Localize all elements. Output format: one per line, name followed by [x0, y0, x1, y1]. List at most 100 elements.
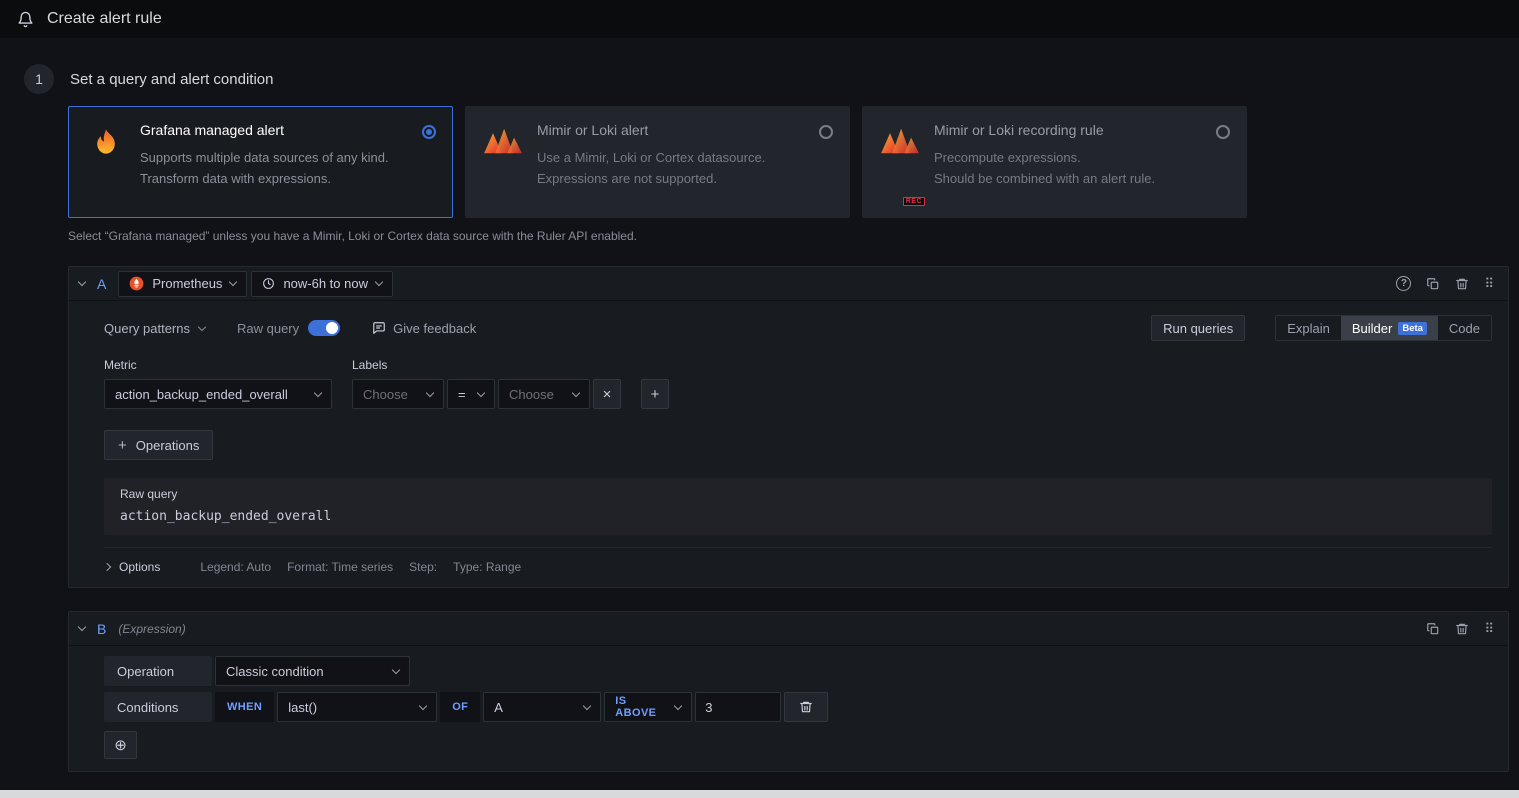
- raw-query-toggle-group: Raw query: [237, 320, 340, 336]
- chevron-down-icon: [198, 322, 206, 330]
- chevron-down-icon: [583, 701, 591, 709]
- label-key-placeholder: Choose: [363, 387, 408, 402]
- alert-type-helper-text: Select “Grafana managed” unless you have…: [68, 229, 1509, 243]
- card-mimir-loki-alert[interactable]: Mimir or Loki alert Use a Mimir, Loki or…: [465, 106, 850, 218]
- main-content: 1 Set a query and alert condition Grafan…: [0, 38, 1519, 798]
- time-range-value: now-6h to now: [283, 276, 368, 291]
- alert-bell-icon: [17, 11, 34, 28]
- duplicate-query-icon[interactable]: [1426, 277, 1440, 291]
- options-type: Type: Range: [453, 560, 521, 574]
- options-step: Step:: [409, 560, 437, 574]
- give-feedback-label: Give feedback: [393, 321, 476, 336]
- give-feedback-link[interactable]: Give feedback: [372, 321, 476, 336]
- tab-code[interactable]: Code: [1438, 316, 1491, 340]
- card-description-line: Use a Mimir, Loki or Cortex datasource.: [537, 147, 806, 168]
- label-operator-select[interactable]: =: [447, 379, 495, 409]
- remove-label-button[interactable]: ×: [593, 379, 621, 409]
- when-label: WHEN: [215, 692, 274, 722]
- plus-icon: +: [118, 438, 127, 453]
- duplicate-expression-icon[interactable]: [1426, 622, 1440, 636]
- tab-builder-label: Builder: [1352, 321, 1392, 336]
- radio-mimir-loki-recording[interactable]: [1216, 125, 1230, 139]
- delete-expression-icon[interactable]: [1455, 622, 1469, 636]
- tab-explain[interactable]: Explain: [1276, 316, 1341, 340]
- raw-query-toggle[interactable]: [308, 320, 340, 336]
- raw-query-preview: Raw query action_backup_ended_overall: [104, 478, 1492, 535]
- card-description-line: Should be combined with an alert rule.: [934, 168, 1203, 189]
- card-title: Mimir or Loki alert: [537, 122, 806, 138]
- card-description-line: Precompute expressions.: [934, 147, 1203, 168]
- mimir-recording-logo-icon: REC: [879, 126, 921, 202]
- labels-field: Labels Choose = Choose: [352, 358, 669, 409]
- raw-query-toggle-label: Raw query: [237, 321, 299, 336]
- step-title: Set a query and alert condition: [70, 71, 273, 88]
- rec-badge: REC: [903, 197, 925, 206]
- card-mimir-loki-recording-rule[interactable]: REC Mimir or Loki recording rule Precomp…: [862, 106, 1247, 218]
- alert-type-cards: Grafana managed alert Supports multiple …: [68, 106, 1509, 218]
- add-operations-button[interactable]: + Operations: [104, 430, 213, 460]
- query-ref-label: A: [97, 276, 106, 292]
- operation-label: Operation: [104, 656, 212, 686]
- query-patterns-dropdown[interactable]: Query patterns: [104, 321, 205, 336]
- chevron-down-icon: [419, 701, 427, 709]
- threshold-input[interactable]: [695, 692, 781, 722]
- condition-query-value: A: [494, 700, 503, 715]
- query-panel-a: A Prometheus now-6h to now: [68, 266, 1509, 588]
- help-icon[interactable]: ?: [1396, 276, 1411, 291]
- card-title: Mimir or Loki recording rule: [934, 122, 1203, 138]
- datasource-picker[interactable]: Prometheus: [118, 271, 247, 297]
- conditions-row: Conditions WHEN last() OF A IS ABOVE: [104, 692, 1492, 722]
- trash-icon: [799, 700, 813, 714]
- delete-query-icon[interactable]: [1455, 277, 1469, 291]
- expression-subtitle: (Expression): [118, 622, 185, 636]
- options-legend: Legend: Auto: [200, 560, 271, 574]
- collapse-chevron-icon[interactable]: [78, 623, 86, 631]
- query-patterns-label: Query patterns: [104, 321, 190, 336]
- drag-handle-icon[interactable]: ⠿: [1484, 622, 1494, 635]
- add-condition-button[interactable]: ⊕: [104, 731, 137, 759]
- beta-badge: Beta: [1398, 322, 1427, 335]
- evaluator-select[interactable]: IS ABOVE: [604, 692, 692, 722]
- label-value-placeholder: Choose: [509, 387, 554, 402]
- options-format: Format: Time series: [287, 560, 393, 574]
- add-label-button[interactable]: +: [641, 379, 669, 409]
- label-value-select[interactable]: Choose: [498, 379, 590, 409]
- operation-select[interactable]: Classic condition: [215, 656, 410, 686]
- expression-ref-label: B: [97, 621, 106, 637]
- card-title: Grafana managed alert: [140, 122, 409, 138]
- options-collapse-row[interactable]: Options Legend: Auto Format: Time series…: [104, 547, 1492, 587]
- expression-b-header: B (Expression) ⠿: [69, 612, 1508, 646]
- time-range-picker[interactable]: now-6h to now: [251, 271, 393, 297]
- metric-select[interactable]: action_backup_ended_overall: [104, 379, 332, 409]
- run-queries-button-toolbar[interactable]: Run queries: [1151, 315, 1245, 341]
- chevron-down-icon: [572, 388, 580, 396]
- query-a-body: Query patterns Raw query Give feedback: [69, 301, 1508, 587]
- chevron-down-icon: [674, 701, 682, 709]
- tab-builder[interactable]: Builder Beta: [1341, 316, 1438, 340]
- chevron-down-icon: [392, 665, 400, 673]
- card-grafana-managed-alert[interactable]: Grafana managed alert Supports multiple …: [68, 106, 453, 218]
- clock-icon: [262, 277, 275, 290]
- reducer-function-select[interactable]: last(): [277, 692, 437, 722]
- horizontal-scrollbar[interactable]: [0, 790, 1519, 798]
- chevron-right-icon: [103, 563, 111, 571]
- step-number: 1: [24, 64, 54, 94]
- radio-grafana-managed[interactable]: [422, 125, 436, 139]
- chevron-down-icon: [314, 388, 322, 396]
- chevron-down-icon: [375, 278, 383, 286]
- labels-label: Labels: [352, 358, 669, 372]
- card-description-line: Transform data with expressions.: [140, 168, 409, 189]
- remove-condition-button[interactable]: [784, 692, 828, 722]
- card-description-line: Expressions are not supported.: [537, 168, 806, 189]
- grafana-logo-icon: [85, 126, 127, 202]
- metric-field: Metric action_backup_ended_overall: [104, 358, 332, 409]
- radio-mimir-loki-alert[interactable]: [819, 125, 833, 139]
- operation-value: Classic condition: [226, 664, 324, 679]
- condition-query-select[interactable]: A: [483, 692, 601, 722]
- operation-row: Operation Classic condition: [104, 656, 1492, 686]
- metric-label: Metric: [104, 358, 332, 372]
- chevron-down-icon: [477, 388, 485, 396]
- label-key-select[interactable]: Choose: [352, 379, 444, 409]
- collapse-chevron-icon[interactable]: [78, 278, 86, 286]
- drag-handle-icon[interactable]: ⠿: [1484, 277, 1494, 290]
